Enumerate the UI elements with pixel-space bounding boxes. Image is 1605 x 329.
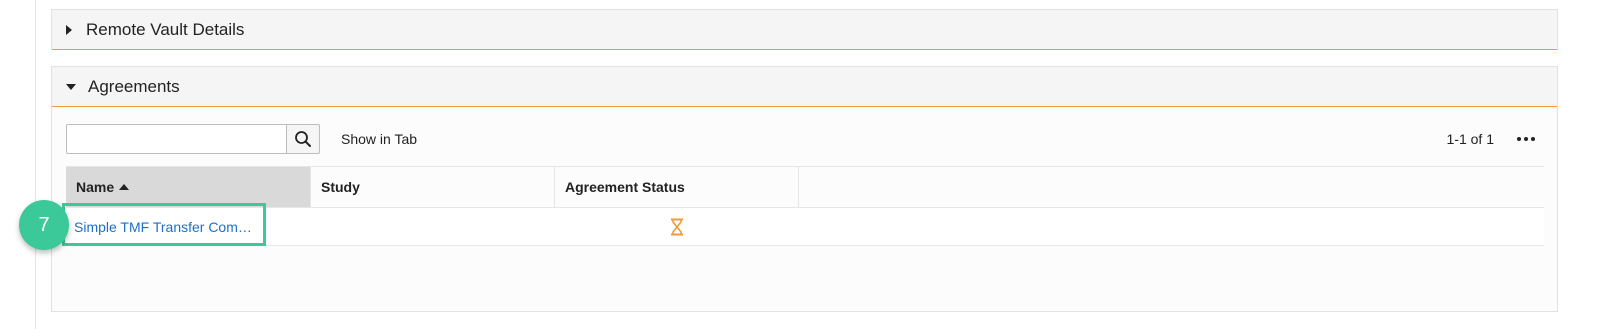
left-rail (0, 0, 36, 329)
pagination-count: 1-1 of 1 (1446, 131, 1494, 147)
column-header-agreement-status[interactable]: Agreement Status (555, 167, 799, 207)
column-header-study[interactable]: Study (311, 167, 555, 207)
section-title: Agreements (88, 76, 180, 96)
column-label: Agreement Status (565, 179, 685, 195)
hourglass-icon (671, 218, 683, 235)
more-actions-button[interactable] (1513, 126, 1539, 152)
show-in-tab-link[interactable]: Show in Tab (341, 131, 417, 147)
grid-header: Name Study Agreement Status (66, 167, 1544, 208)
search-button[interactable] (286, 124, 320, 154)
table-row: Simple TMF Transfer Com… (66, 208, 1544, 246)
section-title: Remote Vault Details (86, 19, 245, 39)
search-icon (295, 131, 311, 147)
caret-right-icon (66, 24, 72, 35)
dot (1531, 137, 1535, 141)
agreements-toolbar: Show in Tab 1-1 of 1 (66, 124, 1543, 154)
agreement-name-link[interactable]: Simple TMF Transfer Com… (74, 219, 252, 235)
search-input[interactable] (66, 124, 287, 154)
remote-vault-details-header[interactable]: Remote Vault Details (52, 10, 1557, 50)
cell-name: Simple TMF Transfer Com… (66, 208, 311, 245)
sort-ascending-icon (119, 184, 130, 190)
cell-agreement-status (555, 208, 799, 245)
agreements-section: Agreements Show in Tab 1-1 of 1 Name Stu… (51, 66, 1558, 312)
column-label: Study (321, 179, 360, 195)
caret-down-icon (66, 83, 76, 90)
dot (1517, 137, 1521, 141)
step-badge: 7 (19, 200, 69, 250)
dot (1524, 137, 1528, 141)
column-label: Name (76, 179, 115, 195)
column-header-name[interactable]: Name (66, 167, 311, 207)
agreements-grid: Name Study Agreement Status Simple TMF T… (66, 166, 1544, 246)
remote-vault-details-section: Remote Vault Details (51, 9, 1558, 50)
column-header-filler (799, 167, 1544, 207)
agreements-header[interactable]: Agreements (52, 67, 1557, 107)
cell-study (311, 208, 555, 245)
